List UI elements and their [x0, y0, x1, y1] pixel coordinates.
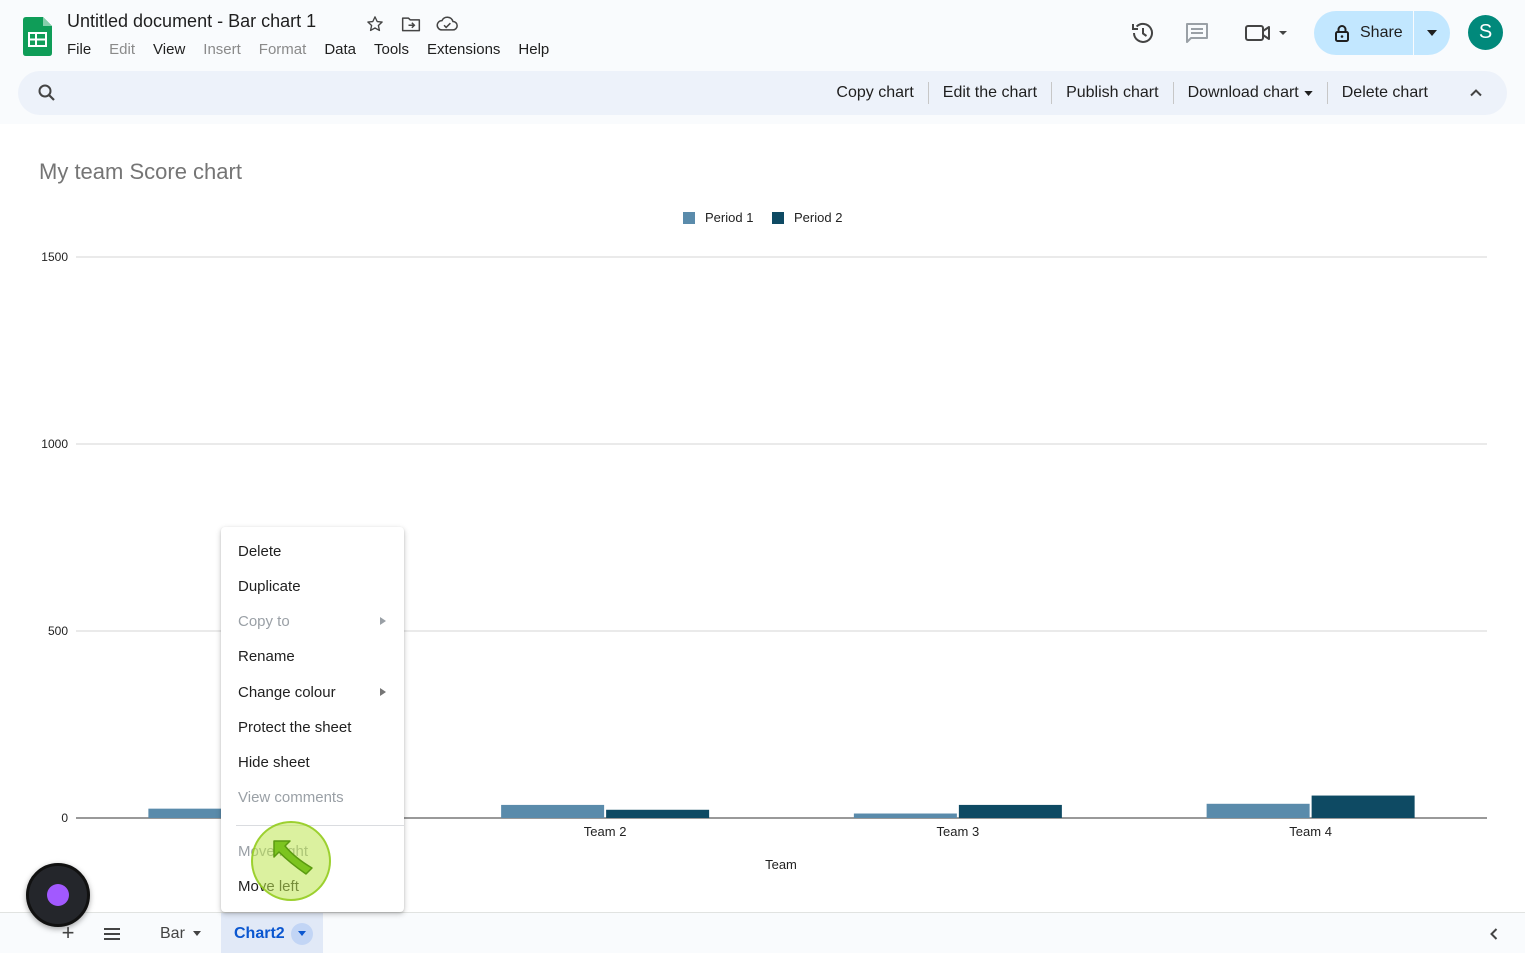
- chart-x-labels: Team 2 Team 3 Team 4: [584, 824, 1332, 839]
- star-icon[interactable]: [364, 13, 386, 35]
- x-axis-title: Team: [765, 857, 797, 872]
- share-button[interactable]: Share: [1314, 11, 1450, 55]
- submenu-arrow-icon: [380, 688, 386, 696]
- y-tick-label: 1500: [41, 250, 68, 264]
- bar-period-2: [1311, 795, 1415, 818]
- cloud-status-icon[interactable]: [436, 13, 458, 35]
- sheet-tab-label: Chart2: [234, 924, 285, 942]
- download-chart-label: Download chart: [1187, 84, 1299, 101]
- bar-period-1: [853, 813, 957, 818]
- share-dropdown[interactable]: [1414, 11, 1450, 55]
- menu-divider: [236, 825, 404, 826]
- document-title[interactable]: Untitled document - Bar chart 1: [67, 11, 316, 32]
- menu-format[interactable]: Format: [259, 41, 307, 58]
- sheet-tab-chart2[interactable]: Chart2: [221, 913, 323, 953]
- menu-insert[interactable]: Insert: [203, 41, 241, 58]
- assistant-bubble-button[interactable]: [26, 863, 90, 927]
- menu-extensions[interactable]: Extensions: [427, 41, 500, 58]
- caret-down-icon: [1304, 90, 1313, 96]
- x-tick-label: Team 2: [584, 824, 627, 839]
- menu-item-label: View comments: [238, 789, 344, 806]
- menu-item-label: Copy to: [238, 613, 290, 630]
- version-history-icon[interactable]: [1130, 20, 1156, 46]
- chart-toolbar: Copy chart Edit the chart Publish chart …: [18, 71, 1507, 115]
- edit-chart-button[interactable]: Edit the chart: [929, 84, 1051, 102]
- menu-item-protect-sheet[interactable]: Protect the sheet: [221, 710, 404, 745]
- bar-period-2: [958, 804, 1062, 818]
- publish-chart-button[interactable]: Publish chart: [1052, 84, 1173, 102]
- menu-item-delete[interactable]: Delete: [221, 534, 404, 569]
- bar-period-1: [501, 804, 605, 818]
- caret-down-icon: [297, 931, 306, 936]
- menu-view[interactable]: View: [153, 41, 185, 58]
- y-tick-label: 0: [61, 811, 68, 825]
- bar-period-1: [1206, 803, 1310, 818]
- assistant-dot-icon: [47, 884, 69, 906]
- sheets-logo-icon[interactable]: [23, 17, 52, 56]
- y-tick-label: 1000: [41, 437, 68, 451]
- menu-help[interactable]: Help: [518, 41, 549, 58]
- caret-down-icon: [1427, 30, 1437, 36]
- menu-item-label: Protect the sheet: [238, 719, 352, 736]
- menu-item-label: Hide sheet: [238, 754, 310, 771]
- copy-chart-button[interactable]: Copy chart: [822, 84, 927, 102]
- all-sheets-menu-icon[interactable]: [101, 923, 123, 945]
- x-tick-label: Team 4: [1289, 824, 1332, 839]
- sheet-tab-bar: + Bar Chart2: [0, 912, 1525, 953]
- menu-item-rename[interactable]: Rename: [221, 639, 404, 674]
- y-tick-label: 500: [48, 624, 68, 638]
- menu-item-hide-sheet[interactable]: Hide sheet: [221, 745, 404, 780]
- menu-item-label: Duplicate: [238, 578, 301, 595]
- caret-down-icon[interactable]: [192, 931, 201, 936]
- menu-data[interactable]: Data: [324, 41, 356, 58]
- chart-actions: Copy chart Edit the chart Publish chart …: [822, 71, 1442, 115]
- search-icon[interactable]: [37, 83, 57, 103]
- meet-icon[interactable]: [1244, 20, 1290, 46]
- menu-item-label: Rename: [238, 648, 295, 665]
- share-main[interactable]: Share: [1314, 11, 1414, 55]
- menu-item-change-colour[interactable]: Change colour: [221, 675, 404, 710]
- chevron-up-icon[interactable]: [1466, 83, 1486, 103]
- share-label: Share: [1360, 24, 1403, 41]
- move-to-folder-icon[interactable]: [400, 13, 422, 35]
- sheet-tab-label: Bar: [160, 924, 185, 942]
- sheet-tab-options-button[interactable]: [290, 922, 313, 945]
- cursor-arrow-icon: [273, 840, 313, 875]
- app-window: Untitled document - Bar chart 1 File Edi…: [0, 0, 1525, 953]
- chart-title: My team Score chart: [39, 159, 242, 184]
- menu-item-duplicate[interactable]: Duplicate: [221, 569, 404, 604]
- legend-swatch: [772, 212, 784, 224]
- menu-item-label: Change colour: [238, 684, 336, 701]
- x-tick-label: Team 3: [937, 824, 980, 839]
- menu-bar: File Edit View Insert Format Data Tools …: [67, 41, 567, 58]
- avatar[interactable]: S: [1468, 15, 1503, 50]
- chart-legend: Period 1 Period 2: [683, 210, 842, 225]
- menu-item-copy-to[interactable]: Copy to: [221, 604, 404, 639]
- download-chart-button[interactable]: Download chart: [1174, 84, 1327, 102]
- menu-item-view-comments[interactable]: View comments: [221, 780, 404, 815]
- app-header: Untitled document - Bar chart 1 File Edi…: [0, 0, 1525, 124]
- bar-period-2: [606, 809, 710, 818]
- legend-label: Period 2: [794, 210, 842, 225]
- title-icons: [364, 13, 458, 35]
- legend-label: Period 1: [705, 210, 753, 225]
- lock-icon: [1335, 25, 1349, 42]
- comments-icon[interactable]: [1184, 20, 1210, 46]
- menu-item-label: Delete: [238, 543, 282, 560]
- submenu-arrow-icon: [380, 617, 386, 625]
- chevron-left-icon[interactable]: [1484, 924, 1504, 944]
- legend-swatch: [683, 212, 695, 224]
- delete-chart-button[interactable]: Delete chart: [1328, 84, 1442, 102]
- sheet-tab-bar-sheet[interactable]: Bar: [145, 913, 216, 953]
- menu-tools[interactable]: Tools: [374, 41, 409, 58]
- menu-edit[interactable]: Edit: [109, 41, 135, 58]
- menu-file[interactable]: File: [67, 41, 91, 58]
